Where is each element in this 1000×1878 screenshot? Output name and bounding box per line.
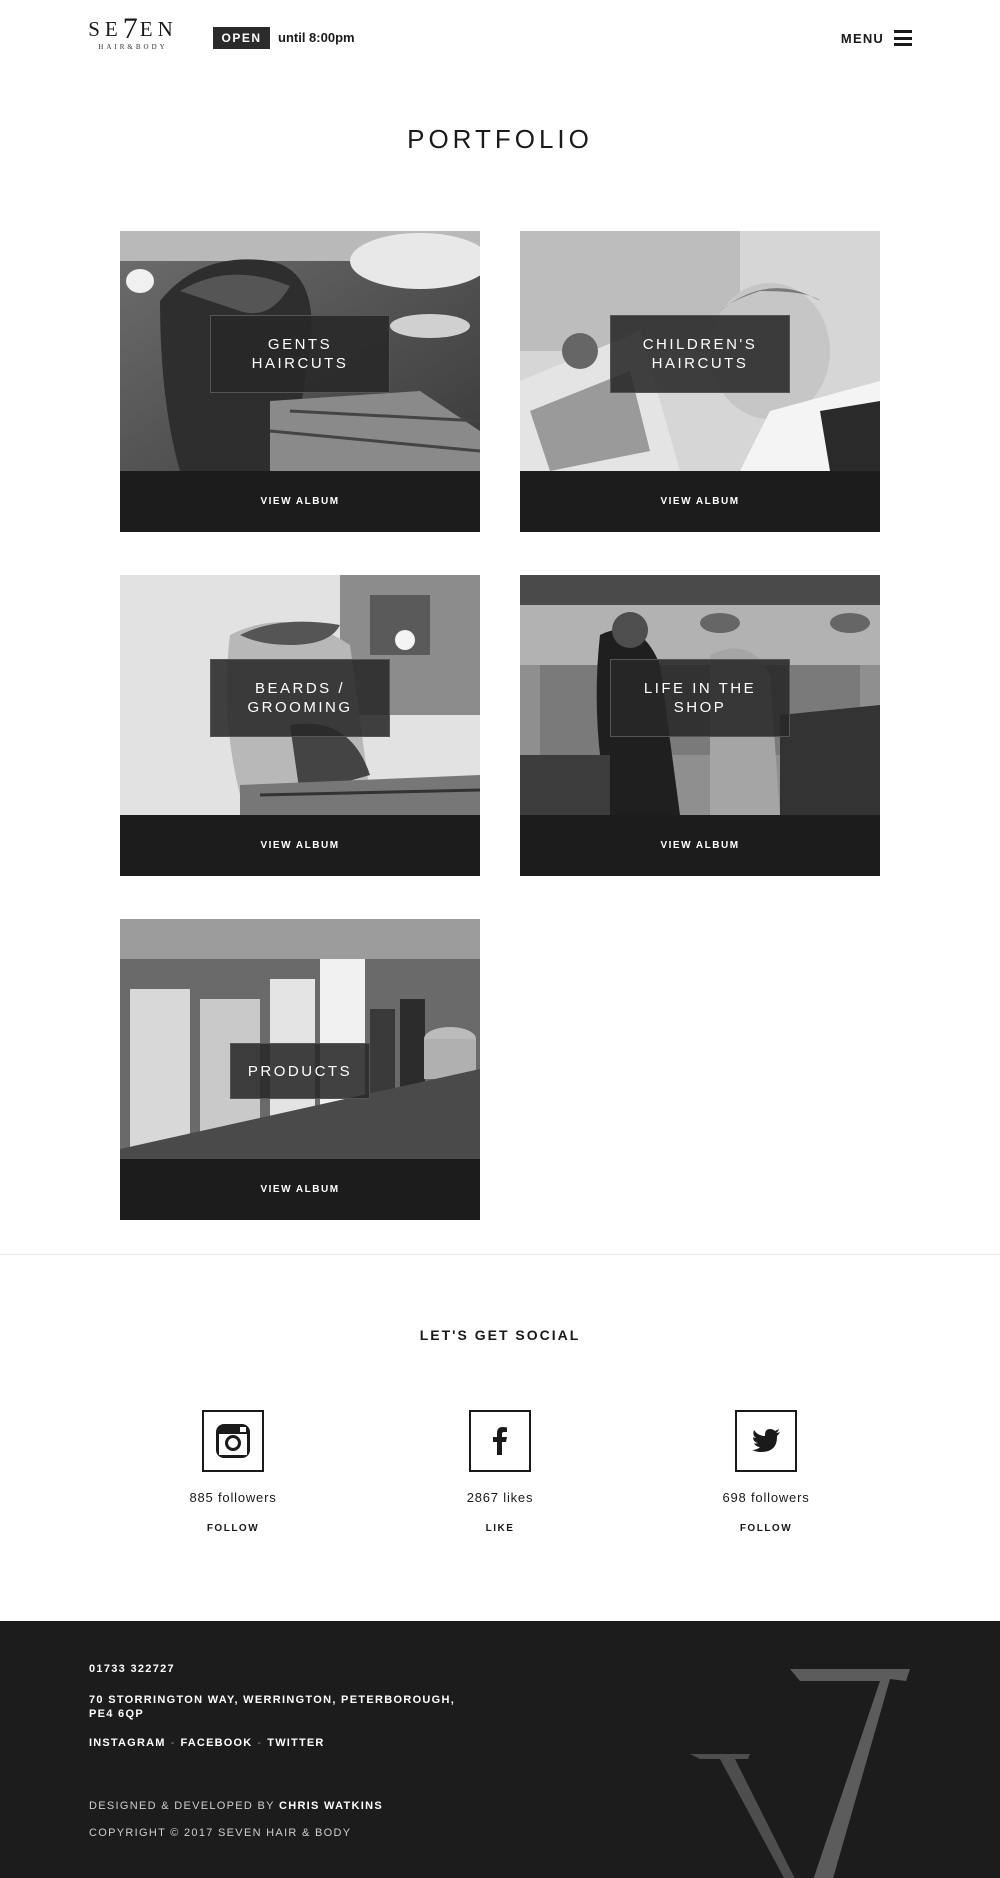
link-separator: - [170,1737,176,1749]
section-divider [0,1254,1000,1255]
view-album-button[interactable]: VIEW ALBUM [120,471,480,532]
view-album-button[interactable]: VIEW ALBUM [120,815,480,876]
facebook-icon[interactable] [469,1410,531,1472]
menu-label: MENU [840,30,884,46]
follower-count: 698 followers [722,1490,810,1505]
social-facebook: 2867 likes LIKE [400,1410,600,1534]
credit-author-link[interactable]: CHRIS WATKINS [279,1800,383,1812]
site-header: SE7EN HAIR&BODY OPEN until 8:00pm MENU [0,0,1000,80]
album-title: CHILDREN'S HAIRCUTS [610,315,790,393]
album-photo [120,919,480,1159]
album-card-childrens-haircuts[interactable]: CHILDREN'S HAIRCUTS VIEW ALBUM [520,231,880,532]
opening-hours-text: until 8:00pm [278,30,355,45]
album-title: GENTS HAIRCUTS [210,315,390,393]
like-link[interactable]: LIKE [400,1523,600,1534]
footer-link-twitter[interactable]: TWITTER [267,1737,324,1749]
likes-count: 2867 likes [466,1490,534,1505]
footer-copyright: COPYRIGHT © 2017 SEVEN HAIR & BODY [89,1827,352,1839]
album-card-gents-haircuts[interactable]: GENTS HAIRCUTS VIEW ALBUM [120,231,480,532]
footer-address: 70 STORRINGTON WAY, WERRINGTON, PETERBOR… [89,1694,456,1720]
open-status-badge: OPEN [213,27,270,49]
footer-social-links: INSTAGRAM - FACEBOOK - TWITTER [89,1737,325,1749]
social-twitter: 698 followers FOLLOW [666,1410,866,1534]
footer-link-facebook[interactable]: FACEBOOK [180,1737,252,1749]
social-section-title: LET'S GET SOCIAL [419,1327,581,1343]
footer-link-instagram[interactable]: INSTAGRAM [89,1737,166,1749]
social-instagram: 885 followers FOLLOW [133,1410,333,1534]
logo-wordmark: SE7EN [88,12,178,45]
follow-link[interactable]: FOLLOW [666,1523,866,1534]
site-logo[interactable]: SE7EN HAIR&BODY [88,12,178,62]
album-title: LIFE IN THE SHOP [610,659,790,737]
menu-button[interactable]: MENU [841,26,912,50]
credit-prefix: DESIGNED & DEVELOPED BY [89,1800,275,1812]
instagram-icon[interactable] [202,1410,264,1472]
album-card-products[interactable]: PRODUCTS VIEW ALBUM [120,919,480,1220]
link-separator: - [257,1737,263,1749]
album-card-beards-grooming[interactable]: BEARDS / GROOMING VIEW ALBUM [120,575,480,876]
view-album-button[interactable]: VIEW ALBUM [520,815,880,876]
follower-count: 885 followers [189,1490,277,1505]
view-album-button[interactable]: VIEW ALBUM [120,1159,480,1220]
twitter-icon[interactable] [735,1410,797,1472]
album-card-life-in-the-shop[interactable]: LIFE IN THE SHOP VIEW ALBUM [520,575,880,876]
album-title: BEARDS / GROOMING [210,659,390,737]
album-title: PRODUCTS [230,1043,370,1099]
logo-subtitle: HAIR&BODY [98,43,168,51]
page-title: PORTFOLIO [407,124,593,154]
view-album-button[interactable]: VIEW ALBUM [520,471,880,532]
footer-phone[interactable]: 01733 322727 [89,1663,175,1675]
footer-credit: DESIGNED & DEVELOPED BY CHRIS WATKINS [89,1800,383,1812]
follow-link[interactable]: FOLLOW [133,1523,333,1534]
brand-seven-mark-icon [690,1669,910,1878]
hamburger-icon [894,30,912,46]
site-footer: 01733 322727 70 STORRINGTON WAY, WERRING… [0,1621,1000,1878]
